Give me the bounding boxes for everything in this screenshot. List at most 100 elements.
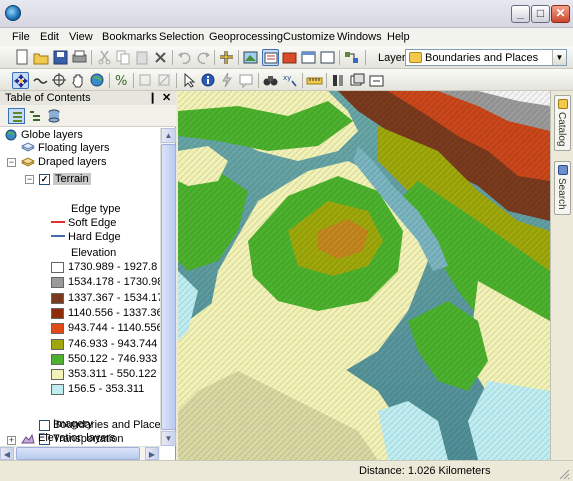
menu-geoprocessing[interactable]: Geoprocessing	[209, 31, 283, 43]
right-dock-tabs: Catalog Search	[550, 91, 573, 460]
globe-3d-view[interactable]	[178, 91, 550, 460]
toc-horizontal-scrollbar[interactable]: ◀ ▶	[0, 446, 160, 460]
draped-layers-icon	[21, 157, 35, 167]
target-center-icon[interactable]	[51, 72, 68, 89]
identify-info-icon[interactable]	[200, 72, 217, 89]
expand-elevation-layers[interactable]: +	[7, 436, 16, 445]
hyperlink-bolt-icon[interactable]	[219, 72, 236, 89]
search-tab[interactable]: Search	[554, 161, 571, 215]
menu-edit[interactable]: Edit	[40, 31, 59, 43]
undo-icon[interactable]	[176, 49, 193, 66]
svg-text:%: %	[115, 74, 127, 89]
toolbar-separator	[258, 73, 259, 88]
minimize-button[interactable]: _	[511, 5, 530, 23]
pan-hand-icon[interactable]	[70, 72, 87, 89]
layer-label: Layer:	[378, 52, 409, 64]
scroll-right-arrow[interactable]: ▶	[145, 447, 159, 460]
elevation-class-label: 1730.989 - 1927.8	[68, 261, 158, 273]
fly-tool-icon[interactable]	[32, 72, 49, 89]
time-slider-icon[interactable]	[368, 72, 385, 89]
create-viewer-icon[interactable]	[349, 72, 366, 89]
full-extent-globe-icon[interactable]	[89, 72, 106, 89]
menu-bookmarks[interactable]: Bookmarks	[102, 31, 157, 43]
toolbar-separator	[109, 73, 110, 88]
menu-help[interactable]: Help	[387, 31, 410, 43]
toolbar-separator	[133, 73, 134, 88]
save-icon[interactable]	[52, 49, 69, 66]
delete-icon[interactable]	[152, 49, 169, 66]
layer-dropdown[interactable]: Boundaries and Places ▼	[405, 49, 567, 66]
chevron-down-icon[interactable]: ▼	[552, 50, 566, 65]
elevation-class-swatch	[51, 338, 64, 350]
toolbar-separator	[176, 73, 177, 88]
find-binoculars-icon[interactable]	[262, 72, 279, 89]
clear-selection-icon[interactable]	[156, 72, 173, 89]
swipe-layer-icon[interactable]	[330, 72, 347, 89]
select-elements-icon[interactable]	[137, 72, 154, 89]
html-popup-icon[interactable]	[238, 72, 255, 89]
toc-imagery-layer[interactable]: Imagery	[53, 418, 93, 430]
measure-ruler-icon[interactable]	[306, 72, 323, 89]
toc-globe-layers[interactable]: Globe layers	[21, 129, 83, 141]
resize-grip-icon[interactable]	[558, 468, 570, 480]
toolbar-separator	[365, 50, 366, 65]
copy-icon[interactable]	[115, 49, 132, 66]
toc-draped-layers[interactable]: Draped layers	[38, 156, 106, 168]
toc-floating-layers[interactable]: Floating layers	[38, 142, 110, 154]
toc-title: Table of Contents	[5, 92, 91, 104]
new-document-icon[interactable]	[14, 49, 31, 66]
soft-edge-symbol	[51, 221, 65, 223]
scroll-down-arrow[interactable]: ▼	[161, 431, 176, 446]
toc-terrain-layer[interactable]: Terrain	[53, 173, 91, 185]
redo-icon[interactable]	[195, 49, 212, 66]
add-data-icon[interactable]	[218, 49, 235, 66]
toc-tools	[0, 105, 176, 127]
scroll-left-arrow[interactable]: ◀	[0, 447, 14, 460]
maximize-button[interactable]: □	[531, 5, 550, 23]
select-arrow-icon[interactable]	[181, 72, 198, 89]
arctoolbox-icon[interactable]	[281, 49, 298, 66]
toc-window-icon[interactable]	[262, 49, 279, 66]
toolbar-separator	[238, 50, 239, 65]
menu-windows[interactable]: Windows	[337, 31, 382, 43]
close-icon[interactable]: ✕	[162, 91, 171, 104]
list-by-source-icon[interactable]	[27, 108, 44, 124]
scroll-up-arrow[interactable]: ▲	[161, 128, 176, 143]
terrain-checkbox[interactable]: ✓	[39, 174, 50, 185]
pin-icon[interactable]: ❙	[148, 91, 157, 104]
print-icon[interactable]	[71, 49, 88, 66]
open-folder-icon[interactable]	[33, 49, 50, 66]
menu-file[interactable]: File	[12, 31, 30, 43]
scale-percent-icon[interactable]: %	[113, 72, 130, 89]
toc-vertical-scrollbar[interactable]: ▲ ▼	[160, 128, 176, 446]
toc-elevation-layers[interactable]: Elevation layers	[38, 432, 116, 445]
elevation-class-label: 746.933 - 943.744	[68, 337, 158, 350]
menu-customize[interactable]: Customize	[283, 31, 335, 43]
go-to-xy-icon[interactable]: xy	[282, 72, 299, 89]
arcglobe-app-icon[interactable]	[5, 5, 21, 21]
cut-icon[interactable]	[96, 49, 113, 66]
close-window-button[interactable]: ✕	[551, 5, 570, 23]
paste-icon[interactable]	[134, 49, 151, 66]
menu-selection[interactable]: Selection	[159, 31, 204, 43]
menu-view[interactable]: View	[69, 31, 93, 43]
elevation-class-label: 550.122 - 746.933	[68, 352, 158, 365]
list-by-type-icon[interactable]	[8, 108, 25, 124]
catalog-tab[interactable]: Catalog	[554, 95, 571, 151]
toolbar-separator	[326, 73, 327, 88]
expand-draped-layers[interactable]: −	[7, 158, 16, 167]
scroll-thumb[interactable]	[161, 144, 176, 430]
list-by-cache-icon[interactable]	[46, 108, 63, 124]
toolbar-separator	[214, 50, 215, 65]
model-builder-icon[interactable]	[343, 49, 360, 66]
toolbar-separator	[302, 73, 303, 88]
navigate-tool-icon[interactable]	[12, 72, 29, 89]
expand-terrain[interactable]: −	[25, 175, 34, 184]
layer-dropdown-value: Boundaries and Places	[425, 52, 539, 64]
catalog-window-icon[interactable]	[300, 49, 317, 66]
search-window-icon[interactable]	[319, 49, 336, 66]
catalog-tab-label: Catalog	[556, 112, 567, 147]
globe-view-icon[interactable]	[242, 49, 259, 66]
h-scroll-thumb[interactable]	[16, 447, 140, 460]
boundaries-checkbox[interactable]	[39, 420, 50, 431]
